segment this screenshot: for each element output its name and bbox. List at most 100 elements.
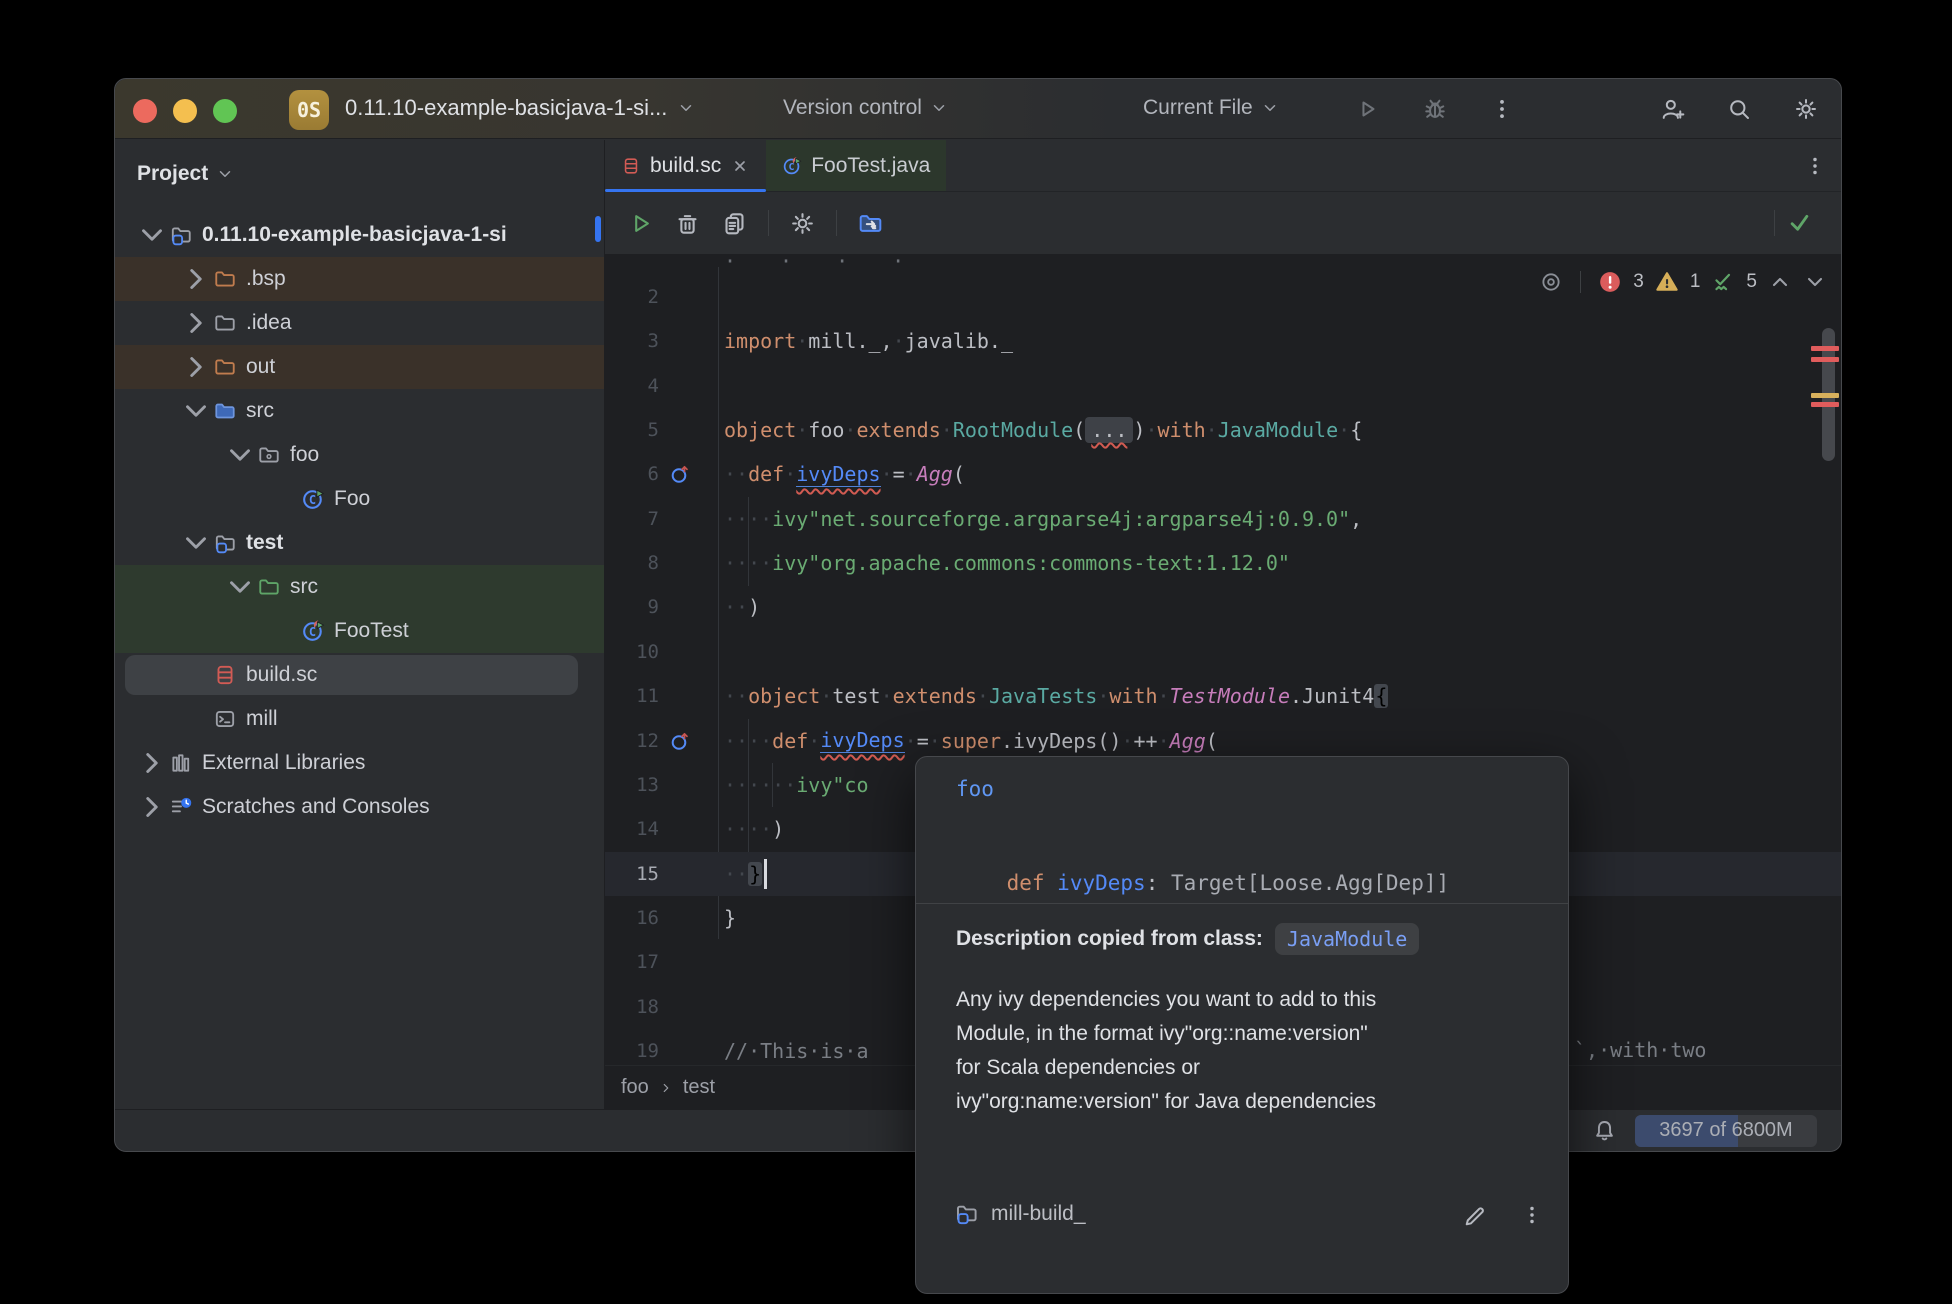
line-number[interactable]: 15 (605, 852, 659, 896)
line-number[interactable]: 11 (605, 674, 659, 718)
delete-button[interactable] (674, 210, 701, 237)
code-line-6[interactable]: 6··def·ivyDeps·=·Agg( (605, 452, 1841, 496)
chevron-right-icon[interactable] (179, 268, 213, 290)
breadcrumb-foo[interactable]: foo (621, 1076, 649, 1099)
code-line-7[interactable]: 7····ivy"net.sourceforge.argparse4j:argp… (605, 497, 1841, 541)
code-line-3[interactable]: 3import·mill._,·javalib._ (605, 319, 1841, 363)
description-line: Module, in the format ivy"org::name:vers… (956, 1017, 1541, 1051)
tab-footest-java[interactable]: C FooTest.java (766, 140, 946, 191)
line-number[interactable]: 12 (605, 719, 659, 763)
error-stripe[interactable] (1811, 402, 1839, 407)
code-with-me-button[interactable] (1659, 96, 1685, 122)
line-number[interactable]: 14 (605, 807, 659, 851)
minimize-window-button[interactable] (173, 99, 197, 123)
tree-item-idea[interactable]: .idea (115, 301, 604, 345)
line-number[interactable]: 3 (605, 319, 659, 363)
line-number[interactable]: 5 (605, 408, 659, 452)
error-stripe[interactable] (1811, 346, 1839, 351)
chevron-right-icon[interactable] (135, 752, 169, 774)
chevron-down-icon[interactable] (223, 444, 257, 466)
error-icon[interactable] (1598, 270, 1622, 294)
chevron-right-icon[interactable] (135, 796, 169, 818)
line-number[interactable]: 16 (605, 896, 659, 940)
tree-item-footest[interactable]: CFooTest (115, 609, 604, 653)
warning-icon[interactable] (1655, 270, 1679, 294)
chevron-right-icon[interactable] (179, 312, 213, 334)
overriding-member-gutter-icon[interactable] (669, 730, 691, 752)
tree-item-out[interactable]: out (115, 345, 604, 389)
line-number[interactable]: 17 (605, 940, 659, 984)
more-actions-button[interactable] (1489, 96, 1515, 122)
tree-item-scratches-and-consoles[interactable]: Scratches and Consoles (115, 785, 604, 829)
tree-item-test[interactable]: test (115, 521, 604, 565)
code-line-11[interactable]: 11··object·test·extends·JavaTests·with·T… (605, 674, 1841, 718)
line-number[interactable]: 10 (605, 630, 659, 674)
run-button[interactable] (1354, 96, 1380, 122)
tab-build-sc[interactable]: build.sc (605, 140, 766, 191)
next-problem-button[interactable] (1803, 270, 1827, 294)
chevron-down-icon[interactable] (223, 576, 257, 598)
chevron-down-icon[interactable] (179, 532, 213, 554)
code-line-8[interactable]: 8····ivy"org.apache.commons:commons-text… (605, 541, 1841, 585)
passed-checks-icon[interactable] (1711, 270, 1735, 294)
popup-module-name[interactable]: mill-build_ (991, 1202, 1086, 1226)
line-number[interactable]: 8 (605, 541, 659, 585)
move-into-folder-button[interactable] (857, 210, 884, 237)
tab-options-button[interactable] (1803, 154, 1827, 178)
memory-indicator[interactable]: 3697 of 6800M (1635, 1115, 1817, 1147)
line-number[interactable]: 19 (605, 1029, 659, 1065)
chevron-down-icon[interactable] (135, 224, 169, 246)
overriding-member-gutter-icon[interactable] (669, 463, 691, 485)
code-line-5[interactable]: 5object·foo·extends·RootModule(...)·with… (605, 408, 1841, 452)
search-everywhere-button[interactable] (1726, 96, 1752, 122)
project-selector[interactable]: 0.11.10-example-basicjava-1-si... (345, 95, 695, 121)
tree-item-src[interactable]: src (115, 565, 604, 609)
line-number[interactable]: 2 (605, 275, 659, 319)
popup-symbol-name[interactable]: foo (956, 777, 994, 801)
tree-item-mill[interactable]: mill (115, 697, 604, 741)
line-number[interactable]: 9 (605, 585, 659, 629)
tree-item-bsp[interactable]: .bsp (115, 257, 604, 301)
run-configuration-selector[interactable]: Current File (1143, 96, 1279, 120)
checks-passed-icon[interactable] (1786, 209, 1813, 236)
copy-button[interactable] (721, 210, 748, 237)
breadcrumb-test[interactable]: test (683, 1076, 715, 1099)
line-number[interactable]: 13 (605, 763, 659, 807)
tree-item-src[interactable]: src (115, 389, 604, 433)
script-settings-button[interactable] (789, 210, 816, 237)
chevron-down-icon[interactable] (179, 400, 213, 422)
tree-item-0-11-10-example-basicjava-1-si[interactable]: 0.11.10-example-basicjava-1-si (115, 213, 604, 257)
highlighting-level-icon[interactable] (1539, 270, 1563, 294)
close-tab-icon[interactable] (730, 156, 750, 176)
tree-item-foo[interactable]: foo (115, 433, 604, 477)
javamodule-link[interactable]: JavaModule (1275, 923, 1419, 955)
error-stripe[interactable] (1811, 357, 1839, 362)
close-window-button[interactable] (133, 99, 157, 123)
line-number[interactable]: 6 (605, 452, 659, 496)
warning-stripe[interactable] (1811, 393, 1839, 398)
debug-button[interactable] (1422, 96, 1448, 122)
maximize-window-button[interactable] (213, 99, 237, 123)
settings-button[interactable] (1793, 96, 1819, 122)
run-script-button[interactable] (627, 210, 654, 237)
tree-item-build-sc[interactable]: build.sc (115, 653, 604, 697)
vcs-widget[interactable]: Version control (783, 96, 948, 120)
tree-item-foo[interactable]: CFoo (115, 477, 604, 521)
chevron-right-icon[interactable] (179, 356, 213, 378)
popup-options-icon[interactable] (1520, 1203, 1544, 1227)
code-line-4[interactable]: 4 (605, 364, 1841, 408)
code-line-10[interactable]: 10 (605, 630, 1841, 674)
warning-count[interactable]: 1 (1690, 271, 1701, 293)
line-number[interactable]: 18 (605, 985, 659, 1029)
previous-problem-button[interactable] (1768, 270, 1792, 294)
line-number[interactable]: 4 (605, 364, 659, 408)
line-number[interactable]: 7 (605, 497, 659, 541)
notifications-bell-icon[interactable] (1592, 1118, 1617, 1143)
project-tool-window-header[interactable]: Project (137, 162, 234, 186)
tree-item-external-libraries[interactable]: External Libraries (115, 741, 604, 785)
code-line-9[interactable]: 9··) (605, 585, 1841, 629)
passed-count[interactable]: 5 (1746, 271, 1757, 293)
edit-source-icon[interactable] (1462, 1203, 1488, 1229)
error-count[interactable]: 3 (1633, 271, 1644, 293)
tree-scrollbar[interactable] (595, 216, 601, 242)
